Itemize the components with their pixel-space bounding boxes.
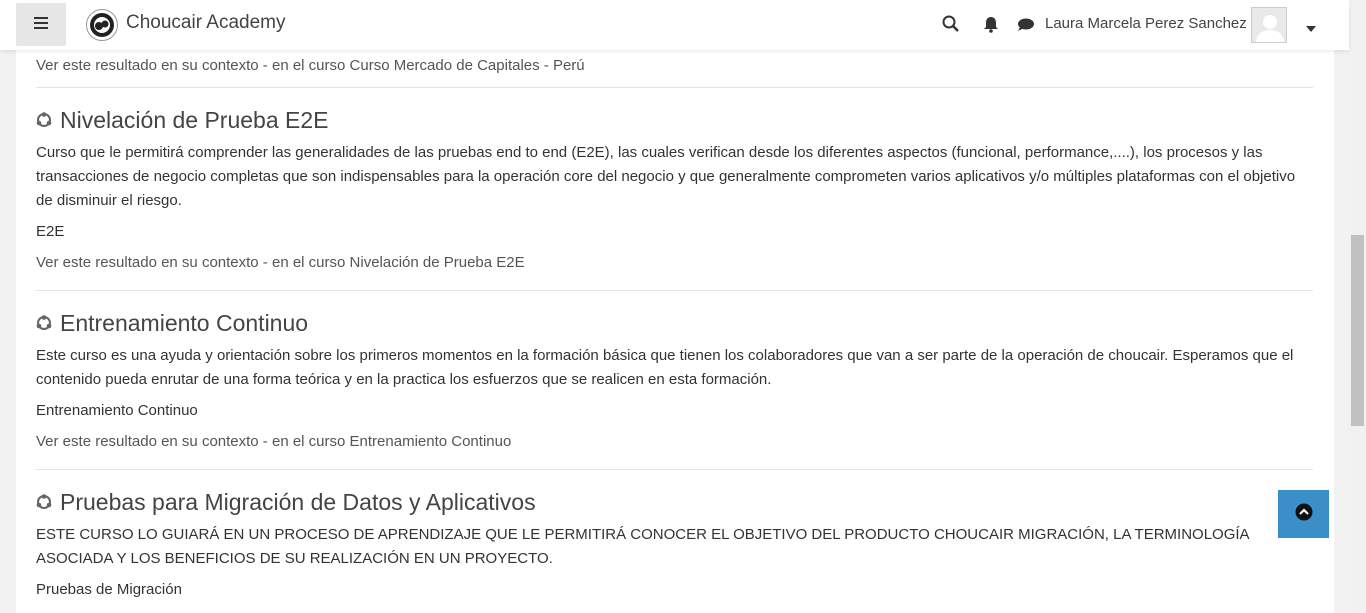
bell-icon[interactable] bbox=[983, 16, 999, 38]
search-result: Entrenamiento Continuo Este curso es una… bbox=[36, 308, 1313, 454]
course-icon bbox=[36, 315, 52, 331]
site-name[interactable]: Choucair Academy bbox=[126, 12, 285, 34]
result-tag: E2E bbox=[36, 223, 65, 240]
avatar[interactable] bbox=[1251, 7, 1287, 43]
search-icon[interactable] bbox=[942, 15, 959, 37]
back-to-top-button[interactable] bbox=[1278, 490, 1329, 538]
caret-down-icon[interactable] bbox=[1306, 19, 1316, 37]
result-divider bbox=[36, 469, 1313, 470]
result-context-link[interactable]: Ver este resultado en su contexto - en e… bbox=[36, 54, 1313, 78]
nav-drawer-toggle-button[interactable] bbox=[16, 3, 66, 46]
context-course-link[interactable]: Curso Mercado de Capitales - Perú bbox=[350, 57, 585, 74]
result-title-link[interactable]: Entrenamiento Continuo bbox=[60, 310, 308, 337]
scrollbar-thumb[interactable] bbox=[1351, 235, 1364, 426]
result-summary: Este curso es una ayuda y orientación so… bbox=[36, 347, 1294, 388]
user-name[interactable]: Laura Marcela Perez Sanchez bbox=[1045, 15, 1247, 32]
result-divider bbox=[36, 87, 1313, 88]
result-tag: Pruebas de Migración bbox=[36, 581, 182, 598]
course-icon bbox=[36, 112, 52, 128]
result-title[interactable]: Nivelación de Prueba E2E bbox=[36, 105, 1313, 135]
result-title-link[interactable]: Pruebas para Migración de Datos y Aplica… bbox=[60, 489, 536, 516]
context-prefix: Ver este resultado en su contexto - en e… bbox=[36, 57, 346, 74]
hamburger-icon bbox=[34, 16, 48, 34]
context-prefix: Ver este resultado en su contexto - en e… bbox=[36, 433, 346, 450]
result-tag: Entrenamiento Continuo bbox=[36, 402, 198, 419]
context-course-link[interactable]: Entrenamiento Continuo bbox=[350, 433, 512, 450]
context-prefix: Ver este resultado en su contexto - en e… bbox=[36, 254, 346, 271]
result-summary: ESTE CURSO LO GUIARÁ EN UN PROCESO DE AP… bbox=[36, 526, 1249, 567]
navbar: Choucair Academy Laura Marcela Perez San… bbox=[0, 0, 1349, 50]
chevron-up-icon bbox=[1295, 503, 1313, 526]
site-logo[interactable] bbox=[86, 9, 118, 41]
result-context-link[interactable]: Ver este resultado en su contexto - en e… bbox=[36, 251, 1313, 275]
course-icon bbox=[36, 494, 52, 510]
result-title[interactable]: Entrenamiento Continuo bbox=[36, 308, 1313, 338]
context-course-link[interactable]: Nivelación de Prueba E2E bbox=[350, 254, 525, 271]
result-divider bbox=[36, 290, 1313, 291]
search-result: Ver este resultado en su contexto - en e… bbox=[36, 50, 1313, 78]
search-results-region: Ver este resultado en su contexto - en e… bbox=[16, 50, 1334, 613]
page-scrollbar[interactable] bbox=[1349, 0, 1366, 613]
search-result: Nivelación de Prueba E2E Curso que le pe… bbox=[36, 105, 1313, 275]
search-result: Pruebas para Migración de Datos y Aplica… bbox=[36, 487, 1313, 602]
result-summary: Curso que le permitirá comprender las ge… bbox=[36, 144, 1296, 209]
result-title[interactable]: Pruebas para Migración de Datos y Aplica… bbox=[36, 487, 1313, 517]
result-context-link[interactable]: Ver este resultado en su contexto - en e… bbox=[36, 430, 1313, 454]
chat-icon[interactable] bbox=[1017, 17, 1035, 37]
result-title-link[interactable]: Nivelación de Prueba E2E bbox=[60, 107, 329, 134]
